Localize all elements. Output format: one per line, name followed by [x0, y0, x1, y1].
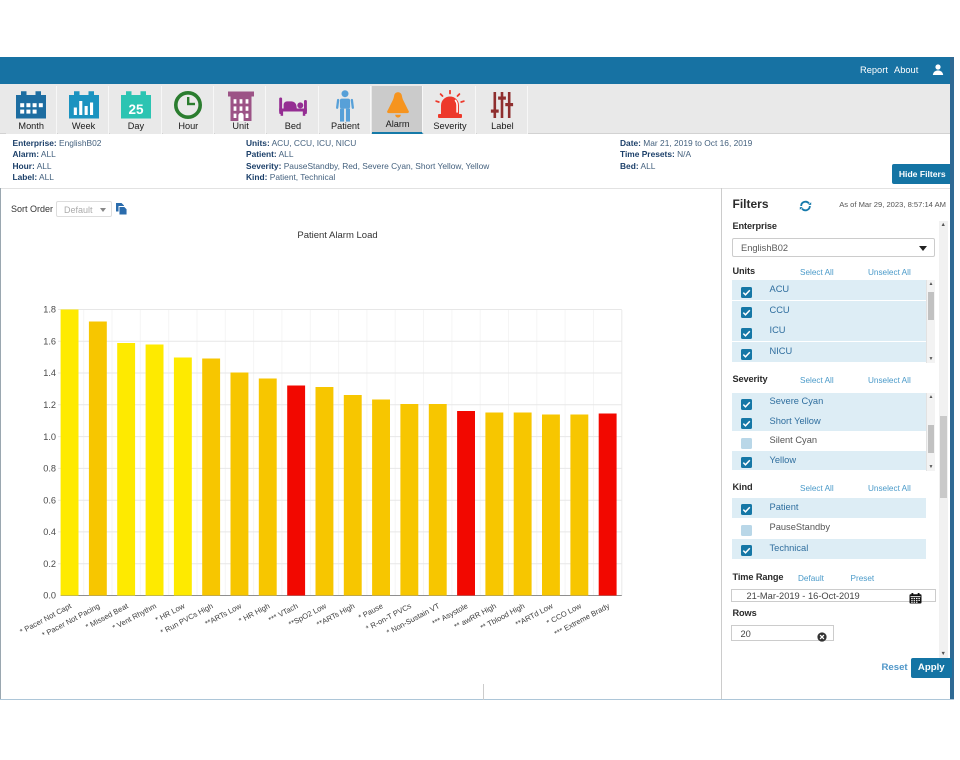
svg-text:0.8: 0.8	[43, 464, 56, 474]
svg-text:0.6: 0.6	[43, 495, 56, 505]
svg-text:1.4: 1.4	[43, 368, 56, 378]
svg-text:1.6: 1.6	[43, 337, 56, 347]
svg-text:25: 25	[128, 102, 144, 117]
svg-text:0.4: 0.4	[43, 527, 56, 537]
svg-text:0.0: 0.0	[43, 591, 56, 601]
svg-text:1.2: 1.2	[43, 400, 56, 410]
svg-text:1.0: 1.0	[43, 432, 56, 442]
svg-text:0.2: 0.2	[43, 559, 56, 569]
svg-text:* HR High: * HR High	[237, 601, 271, 625]
svg-text:1.8: 1.8	[43, 305, 56, 315]
